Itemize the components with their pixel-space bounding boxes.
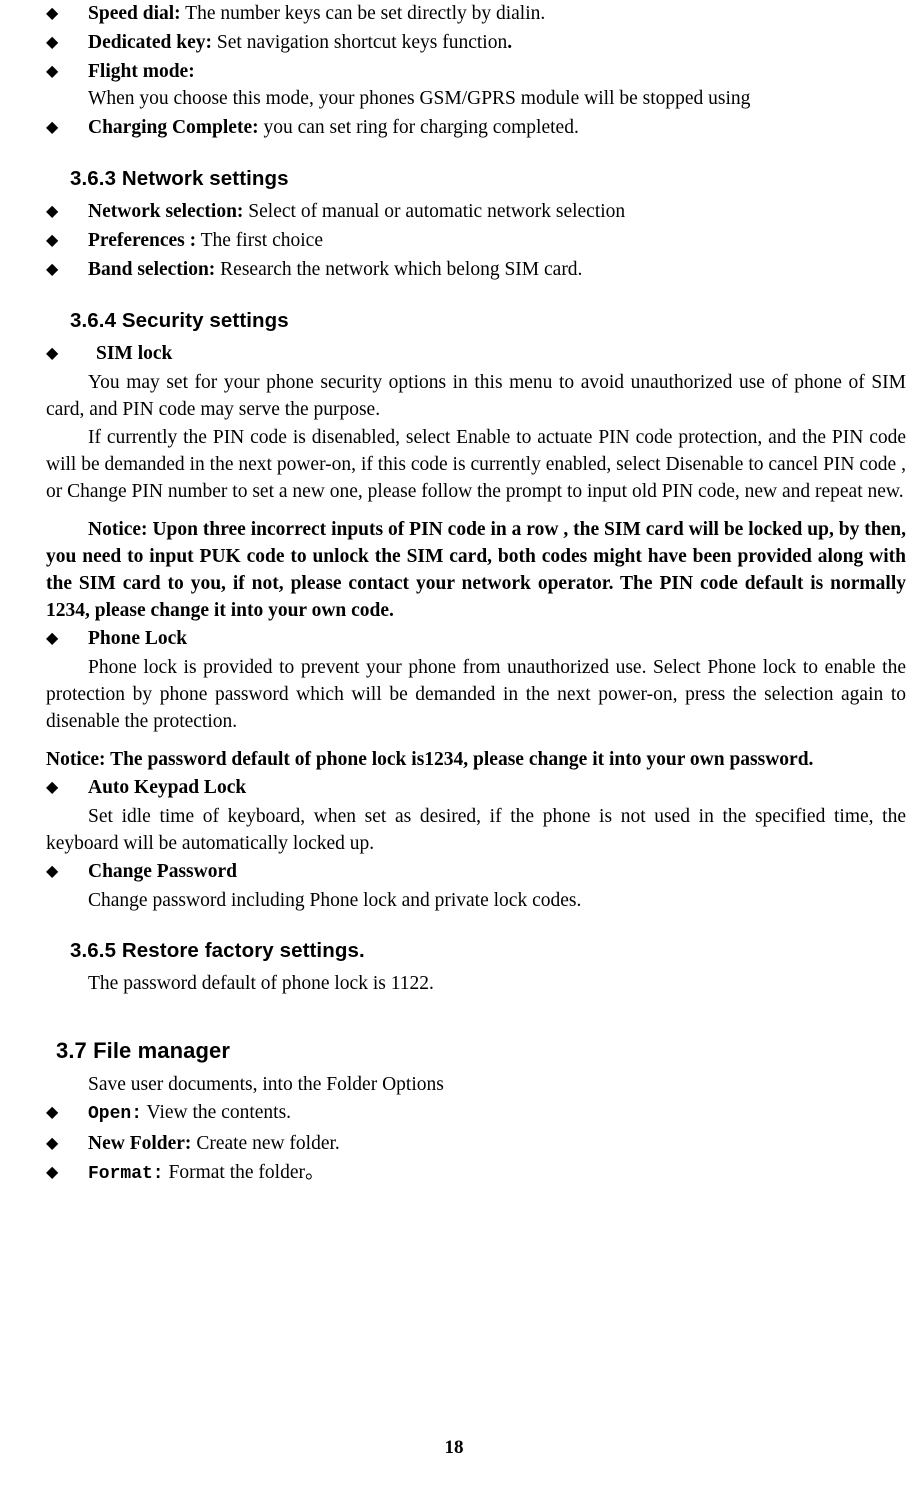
page-number: 18: [444, 1437, 464, 1458]
diamond-bullet-icon: ◆: [46, 119, 59, 136]
list-item: ◆ Network selection: Select of manual or…: [46, 198, 906, 225]
list-item-text: Research the network which belong SIM ca…: [215, 259, 583, 280]
list-item-label: Format:: [88, 1164, 164, 1184]
paragraph-restore-factory: The password default of phone lock is 11…: [88, 973, 434, 994]
list-item-label: Charging Complete:: [88, 117, 259, 138]
list-item-label: Network selection:: [88, 201, 244, 222]
list-item-text: Create new folder.: [191, 1133, 340, 1154]
diamond-bullet-icon: ◆: [46, 779, 59, 796]
diamond-bullet-icon: ◆: [46, 1164, 59, 1181]
diamond-bullet-icon: ◆: [46, 1135, 59, 1152]
list-item-text: Set navigation shortcut keys function: [212, 32, 508, 53]
diamond-bullet-icon: ◆: [46, 232, 59, 249]
list-item: ◆ Format: Format the folder。: [46, 1159, 906, 1188]
list-item-label: Speed dial:: [88, 3, 181, 24]
paragraph-phone-lock: Phone lock is provided to prevent your p…: [46, 657, 906, 732]
list-item-text: Format the folder。: [163, 1162, 325, 1183]
list-item-label: Flight mode:: [88, 61, 195, 82]
diamond-bullet-icon: ◆: [46, 630, 59, 647]
diamond-bullet-icon: ◆: [46, 63, 59, 80]
diamond-bullet-icon: ◆: [46, 345, 59, 362]
list-item: ◆ Phone Lock: [46, 625, 906, 652]
diamond-bullet-icon: ◆: [46, 5, 59, 22]
list-item: ◆ Preferences : The first choice: [46, 227, 906, 254]
paragraph-change-password: Change password including Phone lock and…: [88, 890, 582, 911]
paragraph-sim-lock-1: You may set for your phone security opti…: [46, 372, 906, 420]
list-item: ◆ Auto Keypad Lock: [46, 774, 906, 801]
page-content: ◆ Speed dial: The number keys can be set…: [0, 0, 908, 1188]
list-item-text: Select of manual or automatic network se…: [243, 201, 626, 222]
paragraph-auto-keypad-lock: Set idle time of keyboard, when set as d…: [46, 806, 906, 854]
list-item: ◆ New Folder: Create new folder.: [46, 1130, 906, 1157]
heading-network-settings: 3.6.3 Network settings: [70, 167, 289, 190]
list-item: ◆ Dedicated key: Set navigation shortcut…: [46, 29, 906, 56]
list-item-label: Dedicated key:: [88, 32, 213, 53]
diamond-bullet-icon: ◆: [46, 203, 59, 220]
diamond-bullet-icon: ◆: [46, 34, 59, 51]
list-item: ◆ Flight mode: When you choose this mode…: [46, 58, 906, 112]
list-item: ◆ Change Password: [46, 858, 906, 885]
heading-security-settings: 3.6.4 Security settings: [70, 309, 289, 332]
list-item-label: Open:: [88, 1104, 143, 1124]
list-item-label: SIM lock: [96, 343, 173, 364]
list-item-text: View the contents.: [142, 1102, 292, 1123]
notice-phone-lock-password: Notice: The password default of phone lo…: [46, 749, 814, 770]
list-item-text: you can set ring for charging completed.: [258, 117, 579, 138]
list-item: ◆ Speed dial: The number keys can be set…: [46, 0, 906, 27]
list-item-tail: .: [507, 32, 513, 53]
paragraph-file-manager-intro: Save user documents, into the Folder Opt…: [88, 1074, 444, 1095]
heading-file-manager: 3.7 File manager: [56, 1038, 231, 1063]
list-item-label: New Folder:: [88, 1133, 192, 1154]
list-item-label: Preferences :: [88, 230, 197, 251]
list-item-label: Band selection:: [88, 259, 216, 280]
diamond-bullet-icon: ◆: [46, 863, 59, 880]
list-item-label: Phone Lock: [88, 628, 188, 649]
diamond-bullet-icon: ◆: [46, 261, 59, 278]
notice-pin-code: Notice: Upon three incorrect inputs of P…: [46, 519, 906, 621]
diamond-bullet-icon: ◆: [46, 1104, 59, 1121]
list-item-text: The number keys can be set directly by d…: [180, 3, 546, 24]
list-item-label: Auto Keypad Lock: [88, 777, 247, 798]
heading-restore-factory-settings: 3.6.5 Restore factory settings.: [70, 939, 365, 962]
paragraph-sim-lock-2: If currently the PIN code is disenabled,…: [46, 427, 906, 502]
list-item-text: The first choice: [196, 230, 323, 251]
list-item: ◆ Band selection: Research the network w…: [46, 256, 906, 283]
list-item-label: Change Password: [88, 861, 237, 882]
list-item: ◆ SIM lock: [46, 340, 906, 367]
list-item: ◆ Charging Complete: you can set ring fo…: [46, 114, 906, 141]
list-item-text: When you choose this mode, your phones G…: [88, 88, 751, 109]
list-item: ◆ Open: View the contents.: [46, 1099, 906, 1128]
document-page: ◆ Speed dial: The number keys can be set…: [0, 0, 908, 1489]
